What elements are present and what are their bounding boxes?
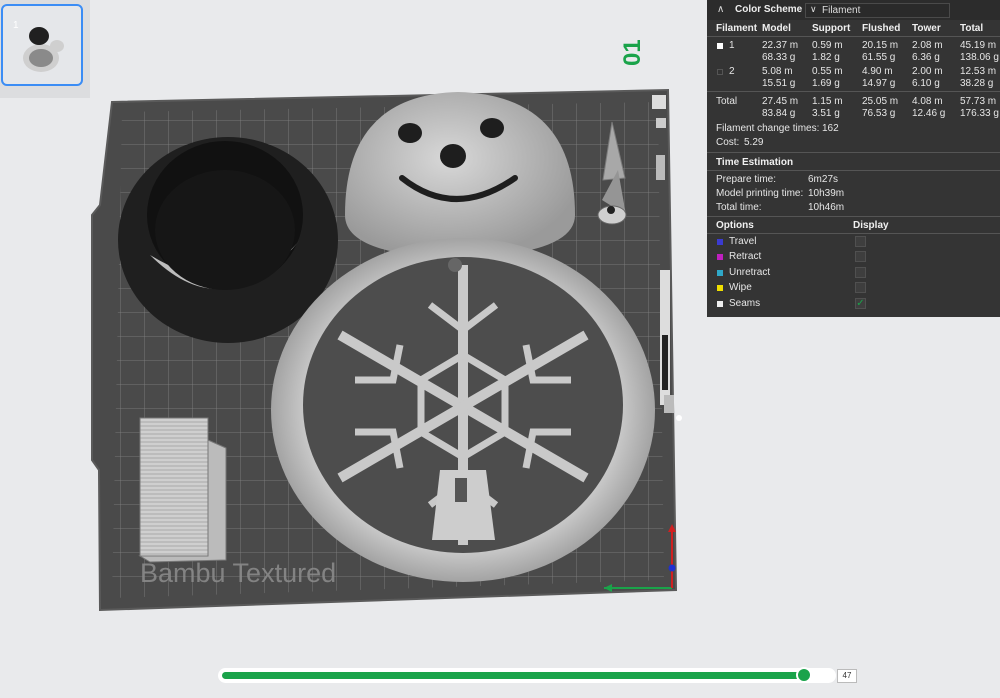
filament-1-id: 1	[729, 40, 735, 51]
cost-value: 5.29	[744, 137, 764, 148]
filament-change-label: Filament change times:	[716, 123, 820, 134]
filament-2-tower-weight: 6.10 g	[912, 78, 940, 89]
header-tower: Tower	[912, 23, 941, 34]
plate-number: 01	[619, 39, 646, 66]
filament-change-value: 162	[822, 123, 839, 134]
filament-1-support-length: 0.59 m	[812, 40, 843, 51]
filament-1-model-length: 22.37 m	[762, 40, 799, 51]
filament-1-total-weight: 138.06 g	[960, 52, 999, 63]
filament-2-flushed-length: 4.90 m	[862, 66, 893, 77]
filament-1-tower-weight: 6.36 g	[912, 52, 940, 63]
option-retract-label: Retract	[729, 251, 762, 262]
filament-2-support-weight: 1.69 g	[812, 78, 840, 89]
slice-stats-panel: ∧ Color Scheme ∨ Filament Filament Model…	[707, 0, 1000, 317]
wipe-swatch	[717, 285, 723, 291]
seams-swatch	[717, 301, 723, 307]
total-model-length: 27.45 m	[762, 96, 799, 107]
model-printing-time-value: 10h39m	[808, 188, 845, 199]
option-seams-label: Seams	[729, 298, 761, 309]
prepare-time-label: Prepare time:	[716, 174, 777, 185]
plate-texture-text: Bambu Textured	[140, 558, 336, 588]
divider	[707, 36, 1000, 37]
layer-slider-handle[interactable]	[796, 667, 812, 683]
header-filament: Filament	[716, 23, 758, 34]
filament-2-total-length: 12.53 m	[960, 66, 997, 77]
filament-2-tower-length: 2.00 m	[912, 66, 943, 77]
filament-2-model-length: 5.08 m	[762, 66, 793, 77]
plate-thumbnail-image	[23, 27, 64, 72]
divider	[707, 170, 1000, 171]
cost-label: Cost:	[716, 137, 740, 148]
display-title: Display	[853, 220, 889, 231]
total-flushed-length: 25.05 m	[862, 96, 899, 107]
filament-1-flushed-length: 20.15 m	[862, 40, 899, 51]
filament-1-swatch	[717, 43, 723, 49]
model-printing-time-label: Model printing time:	[716, 188, 804, 199]
filament-1-model-weight: 68.33 g	[762, 52, 796, 63]
header-support: Support	[812, 23, 851, 34]
total-total-weight: 176.33 g	[960, 108, 999, 119]
color-scheme-dropdown[interactable]: ∨ Filament	[805, 3, 950, 18]
retract-swatch	[717, 254, 723, 260]
filament-2-support-length: 0.55 m	[812, 66, 843, 77]
color-scheme-value: Filament	[822, 5, 861, 16]
chevron-down-icon: ∨	[810, 4, 817, 14]
options-title: Options	[716, 220, 754, 231]
color-scheme-row: ∧ Color Scheme ∨ Filament	[707, 0, 1000, 20]
header-flushed: Flushed	[862, 23, 901, 34]
header-model: Model	[762, 23, 791, 34]
collapse-icon[interactable]: ∧	[717, 4, 724, 15]
filament-2-id: 2	[729, 66, 735, 77]
filament-2-swatch	[717, 69, 723, 75]
divider	[707, 216, 1000, 217]
filament-1-tower-length: 2.08 m	[912, 40, 943, 51]
checkmark-icon: ✓	[856, 298, 865, 309]
total-support-length: 1.15 m	[812, 96, 843, 107]
divider	[707, 91, 1000, 92]
option-travel-checkbox[interactable]	[855, 236, 866, 247]
option-retract-checkbox[interactable]	[855, 251, 866, 262]
total-total-length: 57.73 m	[960, 96, 997, 107]
option-unretract-label: Unretract	[729, 267, 771, 278]
option-travel-label: Travel	[729, 236, 757, 247]
layer-slider-fill	[222, 672, 804, 679]
option-seams-checkbox[interactable]: ✓	[855, 298, 866, 309]
plate-thumbnail[interactable]: 1	[1, 4, 83, 86]
total-model-weight: 83.84 g	[762, 108, 796, 119]
plate-thumbnail-strip: 1	[0, 0, 90, 98]
total-support-weight: 3.51 g	[812, 108, 840, 119]
option-wipe-checkbox[interactable]	[855, 282, 866, 293]
divider	[707, 152, 1000, 153]
total-time-value: 10h46m	[808, 202, 845, 213]
filament-2-flushed-weight: 14.97 g	[862, 78, 896, 89]
total-tower-length: 4.08 m	[912, 96, 943, 107]
color-scheme-label: Color Scheme	[735, 4, 803, 15]
filament-1-flushed-weight: 61.55 g	[862, 52, 896, 63]
total-time-label: Total time:	[716, 202, 762, 213]
unretract-swatch	[717, 270, 723, 276]
total-label: Total	[716, 96, 738, 107]
filament-2-model-weight: 15.51 g	[762, 78, 796, 89]
travel-swatch	[717, 239, 723, 245]
prepare-time-value: 6m27s	[808, 174, 839, 185]
filament-1-total-length: 45.19 m	[960, 40, 997, 51]
snowman-body-model	[271, 238, 655, 582]
total-tower-weight: 12.46 g	[912, 108, 946, 119]
hat-model	[118, 137, 338, 343]
time-estimation-title: Time Estimation	[716, 157, 794, 168]
total-flushed-weight: 76.53 g	[862, 108, 896, 119]
filament-2-total-weight: 38.28 g	[960, 78, 994, 89]
header-total: Total	[960, 23, 984, 34]
divider	[707, 233, 1000, 234]
layer-slider-value: 47	[837, 669, 857, 683]
option-wipe-label: Wipe	[729, 282, 752, 293]
option-unretract-checkbox[interactable]	[855, 267, 866, 278]
filament-1-support-weight: 1.82 g	[812, 52, 840, 63]
